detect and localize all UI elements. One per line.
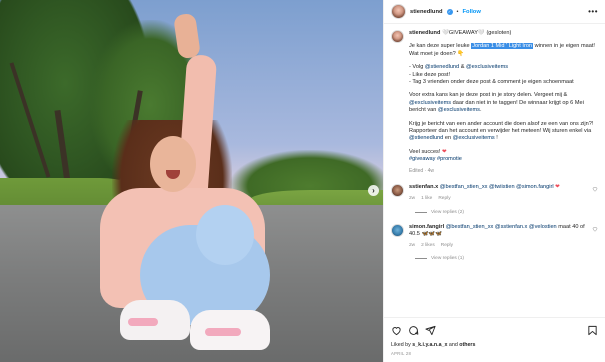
chevron-right-icon[interactable]: › [368, 185, 379, 196]
post-date: APRIL 28 [391, 351, 412, 356]
mention-link[interactable]: @sstienfan.x [495, 224, 527, 230]
heart-emoji: ❤ [441, 148, 447, 155]
caption-timestamp: Edited · 4w [409, 167, 435, 174]
view-replies-label: View replies (1) [431, 256, 464, 262]
liked-by-text: Liked by s_k.i.y.a.n.a_x and others [391, 342, 598, 348]
hashtag-links[interactable]: #giveaway #promotie [409, 156, 462, 162]
view-replies-button[interactable]: View replies (2) [415, 210, 598, 215]
caption-paragraph-steps: - Volg @stienedlund & @exclusiveitems - … [409, 64, 598, 86]
caption-text: Je kan deze super leuke [409, 43, 472, 50]
heart-icon[interactable] [592, 226, 598, 232]
mention-link[interactable]: @exclusiveitems [466, 64, 508, 70]
comment-meta: 2w 2 likes Reply [409, 242, 587, 249]
mention-link[interactable]: @exclusiveitems [409, 100, 451, 106]
person-knee [196, 205, 254, 265]
comment-username[interactable]: sstienfan.x [409, 184, 438, 190]
liked-by-label: Liked by [391, 342, 413, 348]
avatar[interactable] [391, 30, 404, 43]
comment-icon[interactable] [408, 325, 419, 336]
mention-link[interactable]: @twiistien [489, 184, 515, 190]
caption-text: en [443, 135, 453, 142]
caption-text: Veel succes! [409, 148, 441, 155]
comment-body: simon.fangirl @bestfan_stien_xx @sstienf… [409, 224, 587, 250]
butterfly-emoji: 🦋🦋🦋 [421, 230, 443, 237]
sneaker-accent [128, 318, 158, 326]
comment-likes[interactable]: 2 likes [421, 242, 435, 249]
divider-line [415, 211, 427, 213]
divider-line [415, 258, 427, 260]
comment-item: sstienfan.x @bestfan_stien_xx @twiistien… [391, 184, 598, 202]
caption-text: . [479, 107, 482, 114]
bookmark-icon[interactable] [587, 325, 598, 336]
post-footer: Liked by s_k.i.y.a.n.a_x and others APRI… [384, 317, 605, 362]
heart-icon[interactable] [592, 186, 598, 192]
comment-meta: 2w 1 like Reply [409, 195, 587, 202]
caption-paragraph-intro: Je kan deze super leuke Jordan 1 Mid ' L… [409, 43, 598, 58]
comment-item: simon.fangirl @bestfan_stien_xx @sstienf… [391, 223, 598, 250]
caption-title: 🤍GIVEAWAY🤍 (gesloten) [441, 30, 512, 36]
mention-link[interactable]: @bestfan_stien_xx [440, 184, 488, 190]
instagram-post: › stienedlund ✓ • Follow ••• stienedlund… [0, 0, 605, 362]
liked-by-others[interactable]: others [459, 342, 475, 348]
sneaker-accent [205, 328, 241, 336]
mention-link[interactable]: @bestfan_stien_xx [446, 224, 494, 230]
heart-emoji: ❤ [555, 184, 560, 191]
heart-icon[interactable] [391, 325, 402, 336]
avatar[interactable] [391, 184, 404, 198]
reply-button[interactable]: Reply [441, 242, 453, 249]
reply-button[interactable]: Reply [438, 195, 450, 202]
mention-link[interactable]: @exclusiveitems [438, 107, 480, 113]
avatar[interactable] [391, 223, 404, 237]
caption-username[interactable]: stienedlund [409, 30, 440, 36]
caption-paragraph-extra: Voor extra kans kan je deze post in je s… [409, 92, 598, 114]
liked-by-user[interactable]: s_k.i.y.a.n.a_x [412, 342, 447, 348]
post-side-panel: stienedlund ✓ • Follow ••• stienedlund 🤍… [383, 0, 605, 362]
share-icon[interactable] [425, 325, 436, 336]
caption-text: Voor extra kans kan je deze post in je s… [409, 92, 568, 99]
comment-body: sstienfan.x @bestfan_stien_xx @twiistien… [409, 184, 587, 202]
post-header: stienedlund ✓ • Follow ••• [384, 0, 605, 24]
caption-text: - Tag 3 vrienden onder deze post & comme… [409, 79, 574, 86]
avatar[interactable] [391, 4, 406, 19]
post-caption: stienedlund 🤍GIVEAWAY🤍 (gesloten) Je kan… [391, 30, 598, 175]
mention-link[interactable]: @stienedlund [425, 64, 459, 70]
comment-time: 2w [409, 196, 416, 202]
verified-badge-icon: ✓ [446, 8, 453, 15]
header-username[interactable]: stienedlund [410, 9, 443, 15]
caption-text: Krijg je bericht van een ander account d… [409, 120, 594, 135]
mention-link[interactable]: @velostien [529, 224, 557, 230]
separator-dot: • [456, 8, 459, 15]
selected-text-highlight: Jordan 1 Mid ' Light Iron [471, 43, 534, 50]
more-options-icon[interactable]: ••• [588, 7, 598, 16]
mention-link[interactable]: @simon.fangirl [516, 184, 553, 190]
comments-scroll-area[interactable]: stienedlund 🤍GIVEAWAY🤍 (gesloten) Je kan… [384, 24, 605, 317]
caption-text: & [459, 64, 466, 71]
pointing-down-emoji: 👇 [457, 50, 465, 57]
liked-by-label: and [447, 342, 460, 348]
post-photo[interactable]: › [0, 0, 383, 362]
caption-paragraph-warning: Krijg je bericht van een ander account d… [409, 121, 598, 143]
person-face [150, 136, 196, 192]
view-replies-button[interactable]: View replies (1) [415, 256, 598, 261]
view-replies-label: View replies (2) [431, 209, 464, 215]
mention-link[interactable]: @stienedlund [409, 135, 443, 141]
action-bar [391, 323, 598, 337]
comment-likes[interactable]: 1 like [421, 195, 432, 202]
mention-link[interactable]: @exclusiveitems [453, 135, 495, 141]
caption-paragraph-luck: Veel succes! ❤ #giveaway #promotie [409, 149, 598, 164]
caption-text: - Like deze post! [409, 71, 451, 78]
caption-text: ! [494, 135, 498, 142]
caption-text: - Volg [409, 64, 425, 71]
caption-body: stienedlund 🤍GIVEAWAY🤍 (gesloten) Je kan… [409, 30, 598, 175]
comment-username[interactable]: simon.fangirl [409, 224, 444, 230]
comment-time: 2w [409, 242, 416, 248]
caption-title-line: stienedlund 🤍GIVEAWAY🤍 (gesloten) [409, 30, 598, 37]
follow-button[interactable]: Follow [463, 9, 481, 15]
